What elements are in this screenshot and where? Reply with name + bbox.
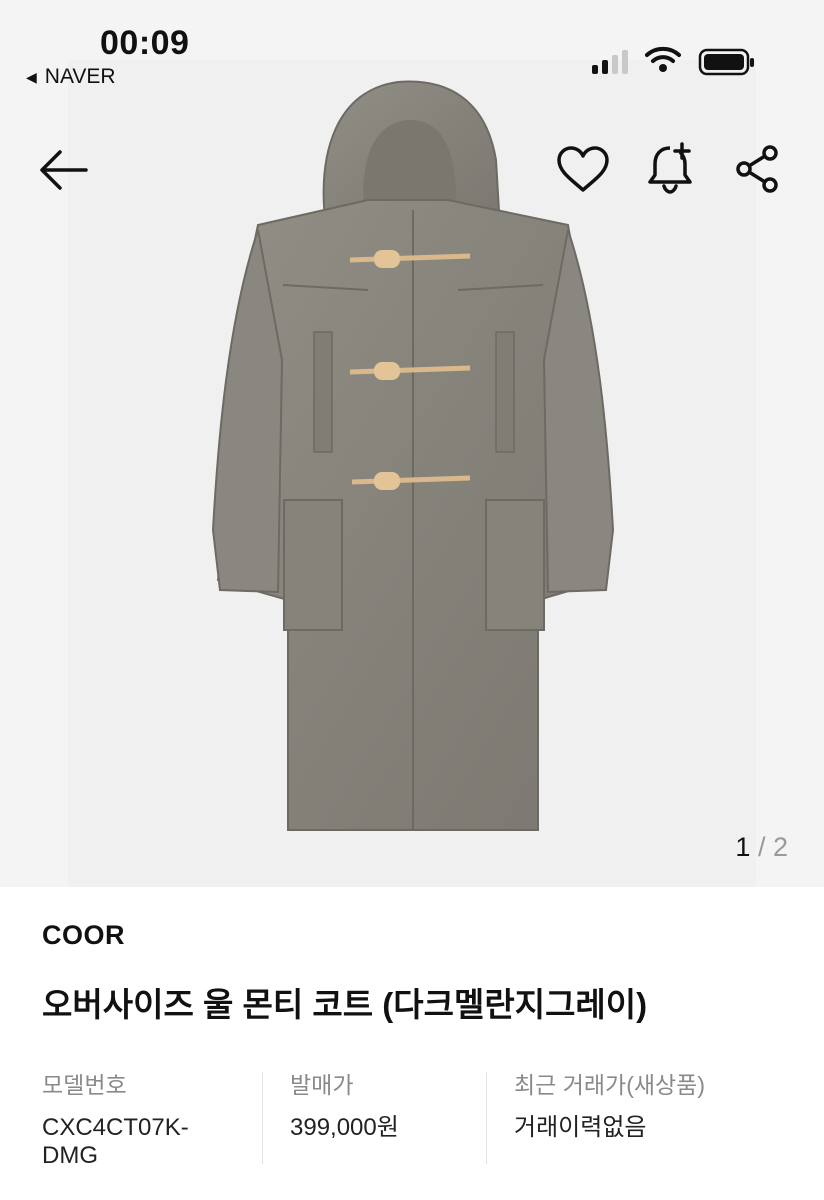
image-counter-total: 2 xyxy=(772,832,788,862)
product-specs: 모델번호 CXC4CT07K- DMG 발매가 399,000원 최근 거래가(… xyxy=(42,1066,802,1169)
spec-value: CXC4CT07K- DMG xyxy=(42,1114,189,1169)
battery-icon xyxy=(698,48,754,76)
share-button[interactable] xyxy=(734,144,780,197)
back-to-app-link[interactable]: ◀ NAVER xyxy=(26,65,116,89)
spec-label: 발매가 xyxy=(290,1072,354,1098)
image-counter: 1 / 2 xyxy=(735,832,788,863)
spec-value: 399,000원 xyxy=(290,1114,399,1141)
image-counter-separator: / xyxy=(757,832,766,862)
cellular-signal-icon xyxy=(592,48,628,74)
spec-label: 최근 거래가(새상품) xyxy=(514,1072,705,1098)
image-counter-current: 1 xyxy=(735,832,751,862)
status-bar: 00:09 ◀ NAVER xyxy=(0,0,824,100)
wifi-icon xyxy=(645,46,681,72)
status-time: 00:09 xyxy=(100,24,190,62)
spec-value: 거래이력없음 xyxy=(514,1114,647,1141)
product-title: 오버사이즈 울 몬티 코트 (다크멜란지그레이) xyxy=(42,986,648,1023)
spec-divider xyxy=(262,1072,263,1164)
arrow-left-icon xyxy=(40,150,88,190)
spec-model-number: 모델번호 CXC4CT07K- DMG xyxy=(42,1066,252,1169)
bell-plus-icon xyxy=(648,142,692,194)
back-app-label: NAVER xyxy=(44,65,116,88)
product-image-gallery[interactable]: 00:09 ◀ NAVER 1 / 2 xyxy=(0,0,824,887)
share-icon xyxy=(736,145,778,193)
spec-label: 모델번호 xyxy=(42,1072,127,1098)
heart-icon xyxy=(557,146,609,192)
spec-release-price: 발매가 399,000원 xyxy=(290,1066,490,1166)
back-triangle-icon: ◀ xyxy=(26,68,37,85)
back-button[interactable] xyxy=(38,148,90,195)
spec-recent-price: 최근 거래가(새상품) 거래이력없음 xyxy=(514,1066,802,1166)
price-alert-button[interactable] xyxy=(646,142,694,199)
wishlist-button[interactable] xyxy=(556,146,610,197)
brand-name[interactable]: COOR xyxy=(42,920,125,951)
spec-divider xyxy=(486,1072,487,1164)
